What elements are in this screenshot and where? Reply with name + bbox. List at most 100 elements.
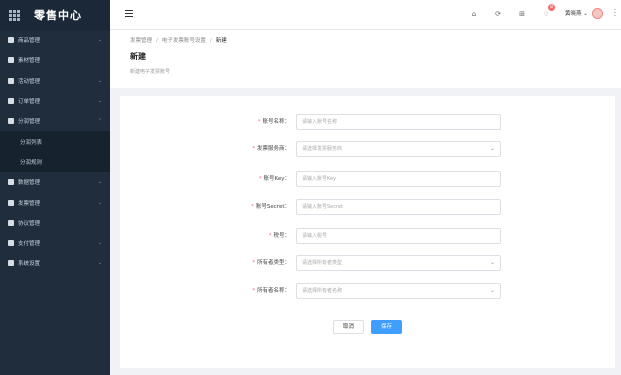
required-mark: * [251, 204, 254, 210]
breadcrumb-invoice[interactable]: 发票管理 [130, 38, 152, 44]
share-icon [8, 118, 14, 125]
wallet-icon [8, 240, 14, 247]
sidebar-item[interactable]: 商品管理 ⌄ [0, 30, 110, 50]
field-label: * 所有者名称： [252, 283, 290, 299]
refresh-icon[interactable]: ⟳ [494, 10, 502, 18]
required-mark: * [258, 176, 262, 182]
field-label-text: 发票服务商： [256, 146, 290, 152]
field-placeholder: 请输入账号Key [302, 176, 337, 182]
sidebar-item-label: 系统设置 [18, 261, 41, 268]
breadcrumb-sep: / [156, 38, 158, 44]
sidebar-subitem[interactable]: 分润列表 [0, 131, 110, 152]
chevron-icon: ⌄ [97, 199, 102, 206]
text-input[interactable]: 请输入税号 [296, 228, 501, 244]
field-placeholder: 请选择发票服务商 [302, 146, 343, 152]
field-placeholder: 请输入税号 [302, 233, 328, 239]
field-label: * 账号Secret： [251, 199, 290, 215]
sidebar-item-label: 支付管理 [18, 241, 41, 248]
breadcrumb-sep: / [209, 38, 212, 44]
sidebar-subitem[interactable]: 分润规则 [0, 151, 110, 173]
page-description: 新建电子发票账号 [130, 69, 171, 75]
select-field[interactable]: 请选择所有者名称 ⌄ [296, 283, 501, 299]
home-icon[interactable]: ⌂ [470, 10, 478, 18]
sidebar-item-label: 素材管理 [18, 58, 41, 65]
field-label: * 账号名称： [258, 114, 290, 130]
field-label: * 账号Key： [259, 171, 290, 187]
app-title: 零售中心 [34, 9, 82, 22]
apps-grid-icon[interactable] [9, 9, 20, 21]
chevron-icon: ⌄ [97, 77, 102, 84]
text-input[interactable]: 请输入账号Key [296, 171, 501, 187]
text-input[interactable]: 请输入账号名称 [296, 114, 501, 130]
chevron-down-icon: ⌄ [489, 287, 495, 294]
field-label: * 税号： [269, 228, 290, 244]
required-mark: * [257, 119, 261, 125]
breadcrumb-account-settings[interactable]: 电子发票账号设置 [162, 38, 206, 44]
notification-badge: 8 [548, 4, 555, 11]
sidebar: 零售中心 商品管理 ⌄ 素材管理 活动管理 ⌄ 订单管理 ⌄ 分润管理 ⌃ 分润列表 分润规则 数据管… [0, 0, 110, 375]
field-label-text: 税号： [273, 233, 290, 239]
field-label-text: 账号名称： [262, 119, 290, 125]
sidebar-item[interactable]: 订单管理 ⌄ [0, 91, 110, 111]
sidebar-item[interactable]: 支付管理 ⌄ [0, 233, 110, 253]
form-row: * 发票服务商： 请选择发票服务商 ⌄ [120, 141, 615, 157]
select-field[interactable]: 请选择所有者类型 ⌄ [296, 255, 501, 271]
user-menu[interactable]: 黄晓燕 ⌄ [565, 10, 588, 18]
sidebar-item-label: 商品管理 [18, 38, 41, 45]
save-button[interactable]: 保存 [371, 320, 402, 334]
cancel-button[interactable]: 取消 [333, 320, 364, 334]
brand: 零售中心 [0, 0, 110, 30]
order-icon [8, 98, 14, 105]
chart-icon [8, 179, 14, 186]
sidebar-item[interactable]: 系统设置 ⌄ [0, 253, 110, 273]
page-title: 新建 [130, 52, 146, 61]
invoice-icon [8, 199, 14, 206]
sidebar-item-label: 发票管理 [18, 200, 41, 207]
gear-icon [8, 260, 14, 267]
avatar[interactable] [592, 8, 603, 19]
sidebar-subitem-label: 分润列表 [20, 139, 43, 146]
select-field[interactable]: 请选择发票服务商 ⌄ [296, 141, 501, 157]
calendar-icon [8, 77, 14, 84]
sidebar-item[interactable]: 素材管理 [0, 50, 110, 70]
field-placeholder: 请输入账号名称 [302, 119, 338, 125]
sidebar-item[interactable]: 数据管理 ⌄ [0, 172, 110, 192]
sidebar-item-label: 数据管理 [18, 180, 41, 187]
sidebar-item[interactable]: 活动管理 ⌄ [0, 71, 110, 91]
form-card: 取消 保存 * 账号名称： 请输入账号名称 * 发票服务商： 请选择发票服务商 ⌄ * 账号Ke… [120, 96, 615, 368]
more-icon[interactable]: · · · [613, 7, 617, 20]
username: 黄晓燕 [565, 11, 582, 17]
field-label: * 所有者类型： [252, 255, 290, 271]
field-label: * 发票服务商： [252, 141, 290, 157]
form-row: * 所有者类型： 请选择所有者类型 ⌄ [120, 255, 615, 271]
chevron-icon: ⌄ [97, 179, 102, 186]
chevron-icon: ⌃ [97, 118, 102, 125]
breadcrumb-current: 新建 [215, 38, 227, 44]
sidebar-item[interactable]: 分润管理 ⌃ [0, 111, 110, 131]
required-mark: * [252, 288, 255, 294]
sidebar-item[interactable]: 发票管理 ⌄ [0, 192, 110, 212]
form-row: * 账号Secret： 请输入账号Secret [120, 199, 615, 215]
grid-icon[interactable]: ⊞ [518, 10, 526, 18]
text-input[interactable]: 请输入账号Secret [296, 199, 501, 215]
chevron-icon: ⌄ [97, 260, 102, 267]
field-placeholder: 请选择所有者名称 [302, 288, 343, 294]
tag-icon [8, 37, 14, 44]
field-label-text: 所有者类型： [256, 260, 290, 266]
form-row: * 账号名称： 请输入账号名称 [120, 114, 615, 130]
sidebar-item-label: 订单管理 [18, 99, 41, 106]
chevron-down-icon: ⌄ [489, 259, 495, 266]
field-label-text: 所有者名称： [256, 288, 290, 294]
bell-icon[interactable]: ♢ [542, 10, 550, 18]
field-label-text: 账号Secret： [255, 204, 290, 210]
sidebar-subitem-label: 分润规则 [20, 159, 43, 166]
sidebar-item[interactable]: 协议管理 [0, 213, 110, 233]
form-row: * 账号Key： 请输入账号Key [120, 171, 615, 187]
chevron-icon: ⌄ [97, 98, 102, 105]
field-label-text: 账号Key： [263, 176, 290, 182]
chevron-down-icon: ⌄ [583, 11, 588, 17]
doc-icon [8, 219, 14, 226]
chevron-down-icon: ⌄ [489, 145, 495, 152]
sidebar-item-label: 协议管理 [18, 220, 41, 227]
menu-toggle-icon[interactable] [125, 10, 133, 17]
